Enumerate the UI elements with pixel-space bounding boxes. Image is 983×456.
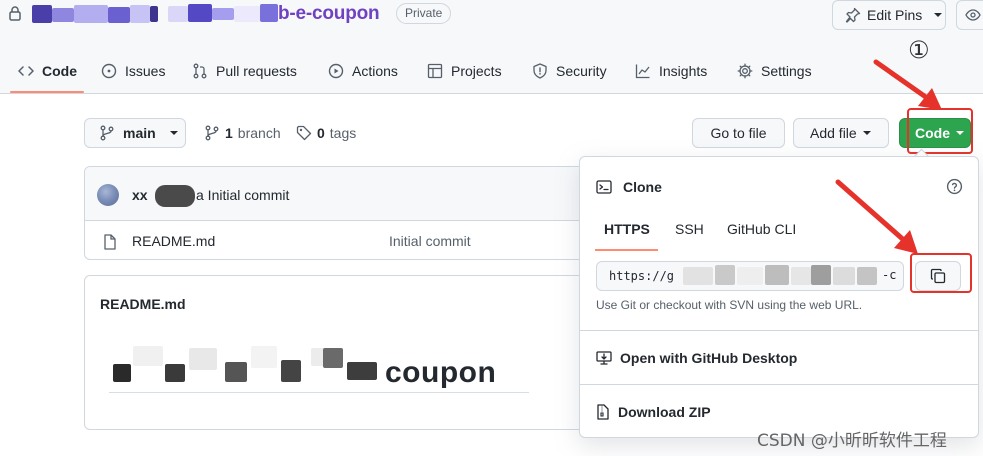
arrow-to-code-button [873,59,942,110]
annotation-arrows [835,59,942,254]
arrow-to-copy-button [835,179,918,254]
watermark: CSDN @小昕昕软件工程 [757,431,947,451]
